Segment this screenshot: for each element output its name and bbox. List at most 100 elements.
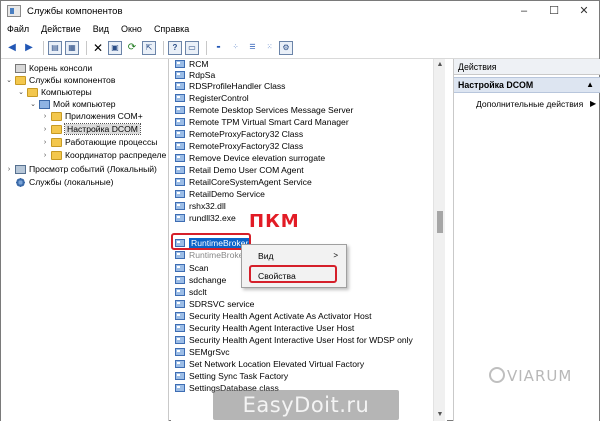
- close-button[interactable]: ✕: [569, 1, 599, 21]
- chevron-right-icon[interactable]: ›: [41, 152, 49, 159]
- properties-icon[interactable]: ▣: [108, 40, 122, 55]
- up-folder-icon[interactable]: ▤: [48, 40, 62, 55]
- list-item[interactable]: Security Health Agent Interactive User H…: [175, 322, 354, 333]
- chevron-right-icon[interactable]: ›: [41, 126, 49, 133]
- tree-item-my-computer[interactable]: ⌄ Мой компьютер: [29, 98, 116, 110]
- actions-header: Действия: [454, 59, 600, 75]
- view-details-icon[interactable]: ☰: [245, 41, 259, 55]
- list-item[interactable]: Remove Device elevation surrogate: [175, 152, 325, 163]
- right-click-annotation: ПКМ: [249, 211, 300, 232]
- scroll-thumb[interactable]: [437, 211, 443, 233]
- app-icon: [175, 177, 185, 186]
- list-item[interactable]: Security Health Agent Activate As Activa…: [175, 310, 371, 321]
- context-menu-view[interactable]: Вид: [258, 251, 274, 261]
- list-scrollbar[interactable]: ▲ ▼: [433, 59, 445, 421]
- folder-icon: [51, 111, 62, 121]
- view-console-icon[interactable]: ▭: [185, 40, 199, 55]
- list-item[interactable]: RuntimeBroker: [175, 249, 246, 260]
- app-icon: [175, 201, 185, 210]
- actions-selected-node[interactable]: Настройка DCOM ▲: [454, 77, 600, 93]
- list-item[interactable]: Setting Sync Task Factory: [175, 370, 288, 381]
- console-tree: Корень консоли ⌄ Службы компонентов ⌄ Ко…: [1, 59, 169, 421]
- help-icon[interactable]: ?: [168, 40, 182, 55]
- chevron-down-icon[interactable]: ⌄: [5, 76, 13, 84]
- forward-arrow-icon[interactable]: ▶: [22, 41, 36, 55]
- list-item[interactable]: rundll32.exe: [175, 212, 236, 223]
- list-item[interactable]: sdchange: [175, 274, 226, 285]
- show-tree-icon[interactable]: ▦: [65, 40, 79, 55]
- menu-view[interactable]: Вид: [87, 24, 115, 34]
- tree-item-dcom-config[interactable]: › Настройка DCOM: [41, 123, 141, 135]
- app-icon: [175, 105, 185, 114]
- list-item[interactable]: Retail Demo User COM Agent: [175, 164, 304, 175]
- list-item[interactable]: RetailCoreSystemAgent Service: [175, 176, 312, 187]
- tree-item-com-plus-apps[interactable]: › Приложения COM+: [41, 110, 143, 122]
- list-item[interactable]: Security Health Agent Interactive User H…: [175, 334, 413, 345]
- chevron-right-icon[interactable]: ›: [41, 139, 49, 146]
- app-icon: [175, 263, 185, 272]
- refresh-icon[interactable]: ⟳: [125, 41, 139, 55]
- tree-item-services[interactable]: Службы (локальные): [5, 176, 113, 188]
- tree-item-console-root[interactable]: Корень консоли: [5, 62, 92, 74]
- maximize-button[interactable]: ☐: [539, 1, 569, 21]
- list-item[interactable]: Remote Desktop Services Message Server: [175, 104, 353, 115]
- folder-icon: [51, 124, 62, 134]
- view-large-icon[interactable]: ▪▪: [211, 41, 225, 55]
- scroll-up-icon[interactable]: ▲: [434, 59, 446, 71]
- list-item[interactable]: RemoteProxyFactory32 Class: [175, 128, 303, 139]
- chevron-down-icon[interactable]: ⌄: [29, 100, 37, 108]
- tree-item-label: Работающие процессы: [65, 137, 158, 147]
- menu-help[interactable]: Справка: [148, 24, 195, 34]
- easydoit-watermark: EasyDoit.ru: [213, 390, 399, 420]
- list-item[interactable]: Set Network Location Elevated Virtual Fa…: [175, 358, 364, 369]
- computer-icon: [39, 99, 50, 109]
- more-actions-link[interactable]: Дополнительные действия: [476, 99, 583, 109]
- app-icon: [175, 213, 185, 222]
- menu-bar: Файл Действие Вид Окно Справка: [1, 21, 599, 37]
- list-item[interactable]: RetailDemo Service: [175, 188, 265, 199]
- list-item[interactable]: RdpSa: [175, 69, 215, 80]
- menu-action[interactable]: Действие: [35, 24, 87, 34]
- list-item[interactable]: RCM: [175, 59, 209, 69]
- menu-window[interactable]: Окно: [115, 24, 148, 34]
- export-icon[interactable]: ⇱: [142, 40, 156, 55]
- list-item[interactable]: sdclt: [175, 286, 207, 297]
- actions-selected-label: Настройка DCOM: [458, 80, 534, 90]
- delete-icon[interactable]: ✕: [91, 41, 105, 55]
- viarum-logo-icon: [489, 367, 505, 383]
- settings-icon[interactable]: ⚙: [279, 40, 293, 55]
- chevron-down-icon[interactable]: ⌄: [17, 88, 25, 96]
- collapse-caret-icon[interactable]: ▲: [586, 78, 594, 92]
- chevron-right-icon[interactable]: ›: [5, 166, 13, 173]
- view-detail-list-icon[interactable]: ⁙: [262, 41, 276, 55]
- menu-file[interactable]: Файл: [1, 24, 35, 34]
- minimize-button[interactable]: –: [509, 1, 539, 21]
- tree-item-computers[interactable]: ⌄ Компьютеры: [17, 86, 92, 98]
- list-item[interactable]: RegisterControl: [175, 92, 249, 103]
- tree-item-dtc[interactable]: › Координатор распределе: [41, 149, 166, 161]
- back-arrow-icon[interactable]: ◀: [5, 41, 19, 55]
- chevron-right-icon[interactable]: ›: [41, 113, 49, 120]
- app-icon: [175, 347, 185, 356]
- app-icon: [175, 275, 185, 284]
- tree-item-event-viewer[interactable]: › Просмотр событий (Локальный): [5, 163, 157, 175]
- list-item[interactable]: SDRSVC service: [175, 298, 254, 309]
- list-item[interactable]: RDSProfileHandler Class: [175, 80, 285, 91]
- toolbar-separator: [206, 40, 207, 55]
- list-item[interactable]: Remote TPM Virtual Smart Card Manager: [175, 116, 349, 127]
- scroll-down-icon[interactable]: ▼: [434, 409, 446, 421]
- tree-item-running-processes[interactable]: › Работающие процессы: [41, 136, 158, 148]
- app-icon: [175, 189, 185, 198]
- selected-item-highlight: [171, 233, 251, 250]
- list-item[interactable]: RemoteProxyFactory32 Class: [175, 140, 303, 151]
- app-icon: [175, 70, 185, 79]
- list-item[interactable]: SEMgrSvc: [175, 346, 230, 357]
- event-viewer-icon: [15, 164, 26, 174]
- list-item[interactable]: rshx32.dll: [175, 200, 226, 211]
- tree-item-component-services[interactable]: ⌄ Службы компонентов: [5, 74, 115, 86]
- folder-icon: [51, 150, 62, 160]
- list-item[interactable]: Scan: [175, 262, 209, 273]
- view-list-icon[interactable]: ⁘: [228, 41, 242, 55]
- app-icon: [175, 383, 185, 392]
- console-icon: [15, 63, 26, 73]
